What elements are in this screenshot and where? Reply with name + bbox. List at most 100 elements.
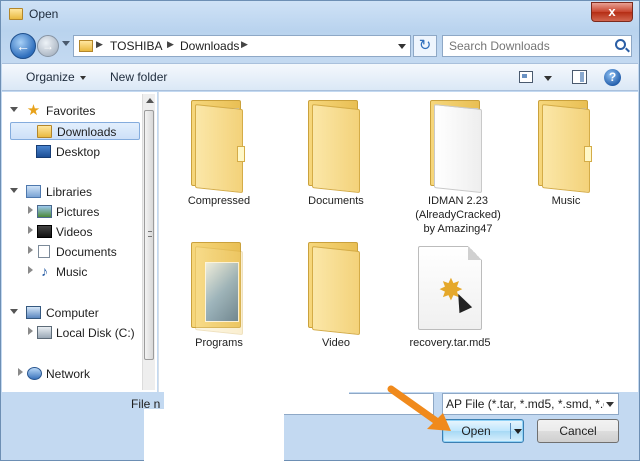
file-item-compressed[interactable]: Compressed xyxy=(164,100,274,208)
computer-icon xyxy=(26,306,41,319)
expand-icon[interactable] xyxy=(18,368,23,376)
folder-icon xyxy=(538,100,594,194)
file-name: Compressed xyxy=(187,195,251,207)
file-item-documents[interactable]: Documents xyxy=(281,100,391,208)
chevron-down-icon xyxy=(79,75,86,80)
expand-icon[interactable] xyxy=(28,266,33,274)
folder-icon xyxy=(191,100,247,194)
chevron-right-icon[interactable]: ▶ xyxy=(96,39,103,50)
file-item-idman[interactable]: IDMAN 2.23 (AlreadyCracked) by Amazing47 xyxy=(403,100,513,236)
music-note-icon: ♪ xyxy=(41,263,48,279)
file-type-value: AP File (*.tar, *.md5, *.smd, *.gz xyxy=(446,397,604,411)
sidebar-item-label: Favorites xyxy=(46,104,96,118)
new-folder-button[interactable]: New folder xyxy=(110,70,167,84)
sidebar-item-desktop[interactable]: Desktop xyxy=(10,143,138,161)
back-button[interactable]: ← xyxy=(10,33,36,59)
sidebar-item-label: Computer xyxy=(46,306,99,320)
window-title: Open xyxy=(29,7,59,21)
sidebar-item-downloads[interactable]: Downloads xyxy=(10,122,140,140)
expand-icon[interactable] xyxy=(28,327,33,335)
sidebar-item-label: Downloads xyxy=(57,125,117,139)
sidebar-item-local-disk[interactable]: Local Disk (C:) xyxy=(10,324,138,342)
file-type-select[interactable]: AP File (*.tar, *.md5, *.smd, *.gz xyxy=(442,393,619,415)
sidebar-item-label: Pictures xyxy=(56,205,100,219)
expand-icon[interactable] xyxy=(10,188,18,193)
file-name: recovery.tar.md5 xyxy=(409,337,491,349)
chevron-right-icon[interactable]: ▶ xyxy=(241,39,248,50)
pictures-icon xyxy=(37,205,52,218)
desktop-icon xyxy=(36,145,51,158)
sidebar-item-label: Desktop xyxy=(56,145,101,159)
change-view-icon[interactable] xyxy=(519,71,533,83)
preview-pane-icon[interactable] xyxy=(572,70,587,84)
sidebar-item-label: Documents xyxy=(56,245,117,259)
videos-icon xyxy=(37,225,52,238)
search-box[interactable] xyxy=(442,35,632,57)
chevron-right-icon[interactable]: ▶ xyxy=(167,39,174,50)
annotation-arrow-icon xyxy=(387,385,451,431)
folder-icon xyxy=(308,100,364,194)
cancel-button[interactable]: Cancel xyxy=(537,419,619,443)
redaction-block xyxy=(144,409,284,461)
help-icon[interactable]: ? xyxy=(604,69,621,86)
breadcrumb-downloads[interactable]: Downloads xyxy=(180,39,239,53)
file-icon: ✸ xyxy=(418,246,482,330)
folder-icon xyxy=(430,100,486,194)
hard-disk-icon xyxy=(37,326,52,339)
scroll-up-icon[interactable] xyxy=(146,98,154,103)
title-bar: Open x xyxy=(1,1,639,29)
open-options-dropdown[interactable] xyxy=(514,429,522,434)
file-item-video[interactable]: Video xyxy=(281,242,391,350)
file-item-music[interactable]: Music xyxy=(511,100,621,208)
file-name: Documents xyxy=(308,195,364,207)
folder-icon xyxy=(79,40,93,52)
redaction-block xyxy=(164,353,349,409)
sidebar-item-label: Libraries xyxy=(46,185,93,199)
open-dialog: Open x ← → ▶ TOSHIBA ▶ Downloads ▶ ↻ Org… xyxy=(0,0,640,461)
recent-pages-dropdown[interactable] xyxy=(62,41,70,46)
breadcrumb-toshiba[interactable]: TOSHIBA xyxy=(110,39,162,53)
expand-icon[interactable] xyxy=(10,309,18,314)
sidebar-scrollbar[interactable] xyxy=(142,94,155,390)
grip-icon xyxy=(148,231,152,237)
file-item-recovery[interactable]: ✸ recovery.tar.md5 xyxy=(395,246,505,350)
address-bar[interactable]: ▶ TOSHIBA ▶ Downloads ▶ xyxy=(73,35,411,57)
sidebar-item-label: Music xyxy=(56,265,88,279)
sidebar-item-label: Network xyxy=(46,367,91,381)
sidebar-item-videos[interactable]: Videos xyxy=(10,223,138,241)
sidebar-item-libraries[interactable]: Libraries xyxy=(10,183,138,201)
address-dropdown[interactable] xyxy=(398,44,406,49)
star-icon: ★ xyxy=(26,102,41,119)
split-divider xyxy=(510,423,511,439)
sidebar-item-label: Local Disk (C:) xyxy=(56,326,135,340)
file-name: IDMAN 2.23 (AlreadyCracked) by Amazing47 xyxy=(415,195,501,235)
sidebar-item-documents[interactable]: Documents xyxy=(10,243,138,261)
sidebar-item-label: Videos xyxy=(56,225,93,239)
expand-icon[interactable] xyxy=(10,107,18,112)
file-list: Compressed Documents IDMAN 2.23 (Already… xyxy=(158,92,638,392)
sidebar-item-computer[interactable]: Computer xyxy=(10,304,138,322)
mouse-cursor-icon xyxy=(451,290,473,314)
forward-button[interactable]: → xyxy=(37,35,59,57)
organize-menu[interactable]: Organize xyxy=(26,70,86,84)
view-options-dropdown[interactable] xyxy=(544,76,552,81)
expand-icon[interactable] xyxy=(28,206,33,214)
file-item-programs[interactable]: Programs xyxy=(164,242,274,350)
expand-icon[interactable] xyxy=(28,226,33,234)
sidebar-item-network[interactable]: Network xyxy=(10,365,138,383)
folder-icon xyxy=(308,242,364,336)
search-input[interactable] xyxy=(443,36,608,56)
scrollbar-thumb[interactable] xyxy=(144,110,154,360)
command-bar: Organize New folder ? xyxy=(2,63,638,91)
network-icon xyxy=(27,367,42,380)
sidebar-item-favorites[interactable]: ★ Favorites xyxy=(10,102,138,120)
documents-icon xyxy=(38,245,50,258)
folder-icon xyxy=(191,242,247,336)
expand-icon[interactable] xyxy=(28,246,33,254)
sidebar-item-music[interactable]: ♪ Music xyxy=(10,263,138,281)
sidebar-item-pictures[interactable]: Pictures xyxy=(10,203,138,221)
downloads-folder-icon xyxy=(37,125,52,138)
search-icon[interactable] xyxy=(615,39,626,50)
close-button[interactable]: x xyxy=(591,2,633,22)
refresh-button[interactable]: ↻ xyxy=(413,35,437,57)
